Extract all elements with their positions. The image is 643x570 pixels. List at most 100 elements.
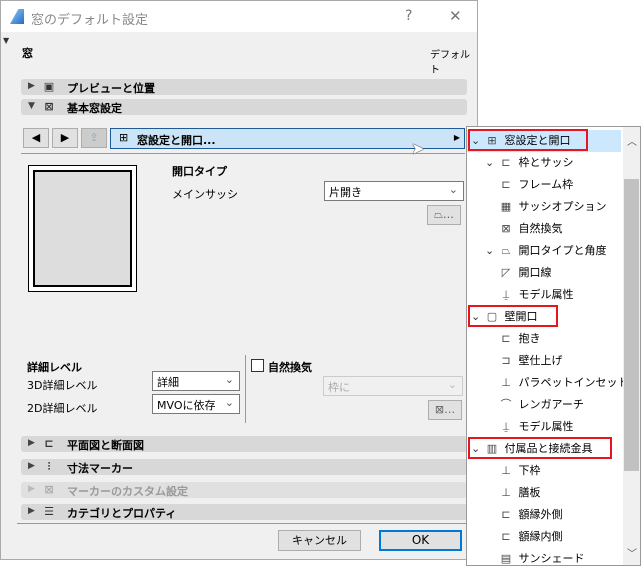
tree-item[interactable]: ⊥ 下枠 — [485, 460, 540, 482]
section-label: 基本窓設定 — [67, 102, 122, 115]
tree-item[interactable]: ⍊ モデル属性 — [485, 284, 574, 306]
section-label: 寸法マーカー — [67, 462, 133, 475]
cursor-icon: ➤ — [411, 139, 425, 158]
current-page-label: 窓設定と開口... — [137, 134, 216, 147]
tree-item-label: フレーム枠 — [518, 178, 574, 191]
chevron-down-icon[interactable]: ⌄ — [485, 240, 497, 262]
brush-icon: ⍊ — [502, 420, 510, 433]
next-page-button[interactable]: ▶ — [52, 128, 78, 148]
chevron-down-icon: ⌄ — [224, 396, 234, 409]
tree-item[interactable]: ▦ サッシオプション — [497, 196, 607, 218]
ventilation-icon: ⊠ — [501, 222, 511, 235]
board-icon: ⊥ — [501, 486, 511, 499]
tree-item[interactable]: ⊥ パラペットインセット — [485, 372, 629, 394]
help-button[interactable]: ? — [405, 8, 412, 24]
tree-item-label: 開口タイプと角度 — [518, 244, 607, 257]
tree-item-label: 膳板 — [518, 486, 541, 499]
tree-item[interactable]: ⍊ モデル属性 — [485, 416, 574, 438]
section-label: カテゴリとプロパティ — [67, 507, 177, 520]
ventilation-select[interactable]: 枠に ⌄ — [323, 376, 463, 396]
tree-item[interactable]: ⊏ フレーム枠 — [497, 174, 573, 196]
3d-detail-select[interactable]: 詳細 ⌄ — [152, 371, 240, 391]
opening-angle-button[interactable]: ⏢… — [427, 205, 461, 225]
highlight-box — [468, 129, 588, 151]
tree-item[interactable]: ⊥ 膳板 — [485, 482, 541, 504]
scroll-thumb[interactable] — [624, 179, 639, 471]
tree-item[interactable]: ⊏ 額縁内側 — [485, 526, 563, 548]
select-value: 枠に — [328, 381, 350, 394]
sill-icon: ⊥ — [501, 464, 511, 477]
select-value: 片開き — [329, 186, 362, 199]
marker-custom-icon: ⊠ — [44, 483, 54, 496]
tree-item-label: 抱き — [518, 332, 541, 345]
prev-page-button[interactable]: ◀ — [23, 128, 49, 148]
tree-item-label: サッシオプション — [518, 200, 607, 213]
close-button[interactable]: ✕ — [449, 7, 462, 25]
natural-ventilation-checkbox[interactable] — [251, 359, 264, 372]
ventilation-settings-button[interactable]: ⊠… — [428, 400, 462, 420]
window-default-settings-dialog: 窓のデフォルト設定 ? ✕ ▼ 窓 デフォルト ▶ ▣ プレビューと位置 ▼ ⊠ 基本窓… — [0, 0, 478, 560]
transfer-settings-icon[interactable]: ⇪ — [81, 128, 107, 148]
window-settings-icon: ⊠ — [44, 100, 54, 113]
expand-icon: ▶ — [28, 438, 35, 448]
scrollbar[interactable]: ︿ ﹀ — [623, 127, 640, 565]
tree-item[interactable]: ⌄ ⊏ 枠とサッシ — [485, 152, 574, 174]
tree-item[interactable]: ⊏ 額縁外側 — [485, 504, 563, 526]
tree-item[interactable]: ⊠ 自然換気 — [497, 218, 562, 240]
tree-item-label: 開口線 — [518, 266, 552, 279]
collapse-arrow-icon[interactable]: ▼ — [3, 36, 9, 45]
arch-icon: ⌒ — [500, 398, 512, 411]
natural-ventilation-label: 自然換気 — [268, 361, 312, 374]
collapse-icon: ▼ — [28, 101, 35, 111]
expand-icon: ▶ — [28, 484, 35, 494]
section-preview[interactable]: ▶ ▣ プレビューと位置 — [21, 79, 467, 95]
document-list-icon: ☰ — [44, 505, 54, 518]
chevron-down-icon: ⌄ — [448, 183, 458, 196]
expand-icon: ▶ — [28, 506, 35, 516]
ok-button[interactable]: OK — [379, 530, 462, 551]
divider — [21, 153, 465, 154]
chevron-down-icon: ⌄ — [224, 373, 234, 386]
main-sash-select[interactable]: 片開き ⌄ — [324, 181, 464, 201]
tree-item-label: 壁仕上げ — [518, 354, 563, 367]
cancel-button[interactable]: キャンセル — [278, 530, 361, 551]
tree-item[interactable]: ⌒ レンガアーチ — [485, 394, 584, 416]
tree-item-label: パラペットインセット — [518, 376, 629, 389]
tree-item-label: 額縁内側 — [518, 530, 563, 543]
tree-item-label: レンガアーチ — [518, 398, 584, 411]
scroll-up-icon[interactable]: ︿ — [627, 133, 637, 148]
default-label: デフォルト — [430, 50, 470, 76]
section-plan-section[interactable]: ▶ ⊏ 平面図と断面図 — [21, 436, 467, 452]
parapet-icon: ⊥ — [501, 376, 511, 389]
reveal-icon: ⊏ — [501, 332, 511, 345]
select-value: 詳細 — [157, 376, 179, 389]
preview-cube-icon: ▣ — [43, 80, 55, 93]
2d-detail-select[interactable]: MVOに依存 ⌄ — [152, 394, 240, 414]
tree-item-label: モデル属性 — [518, 288, 574, 301]
section-basic[interactable]: ▼ ⊠ 基本窓設定 — [21, 99, 467, 115]
tree-item[interactable]: ⊐ 壁仕上げ — [485, 350, 563, 372]
tree-item[interactable]: ⌄ ⏢ 開口タイプと角度 — [485, 240, 607, 262]
brush-icon: ⍊ — [502, 288, 510, 301]
expand-icon: ▶ — [28, 461, 35, 471]
element-type-label: 窓 — [22, 47, 33, 60]
2d-detail-label: 2D詳細レベル — [27, 402, 98, 415]
chevron-down-icon[interactable]: ⌄ — [485, 152, 497, 174]
tree-item[interactable]: ▤ サンシェード — [485, 548, 585, 570]
section-category-properties[interactable]: ▶ ☰ カテゴリとプロパティ — [21, 504, 467, 520]
scroll-down-icon[interactable]: ﹀ — [627, 545, 637, 560]
section-dimension-marker[interactable]: ▶ ⫶ 寸法マーカー — [21, 459, 467, 475]
tree-item[interactable]: ◸ 開口線 — [497, 262, 552, 284]
main-sash-label: メインサッシ — [172, 188, 238, 201]
page-tree-dropdown[interactable]: ⌄ ⊞ 窓設定と開口 ⌄ ⊏ 枠とサッシ ⊏ フレーム枠 ▦ サッシオプション ⊠ 自然換気… — [466, 126, 641, 566]
tree-item-label: 額縁外側 — [518, 508, 563, 521]
opening-line-icon: ◸ — [501, 266, 511, 279]
tree-item[interactable]: ⊏ 抱き — [485, 328, 541, 350]
section-label: プレビューと位置 — [67, 82, 155, 95]
sunshade-icon: ▤ — [500, 552, 512, 565]
opening-angle-icon: ⏢ — [501, 244, 511, 257]
archicad-logo-icon — [10, 9, 24, 24]
chevron-down-icon: ⌄ — [447, 378, 457, 391]
window-grid-icon: ⊞ — [119, 131, 129, 144]
tree-item-label: モデル属性 — [518, 420, 574, 433]
